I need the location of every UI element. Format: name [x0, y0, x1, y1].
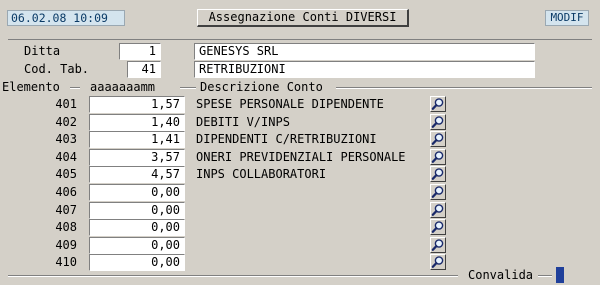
row-description: DEBITI V/INPS: [196, 115, 290, 129]
row-value-field[interactable]: 0,00: [89, 184, 185, 201]
magnifier-icon: [431, 203, 445, 217]
codtab-label: Cod. Tab.: [24, 62, 90, 76]
col-value-header: aaaaaaamm: [90, 80, 156, 94]
row-number: 402: [55, 115, 77, 129]
lookup-button[interactable]: [430, 202, 446, 218]
row-value-field[interactable]: 0,00: [89, 219, 185, 236]
magnifier-icon: [431, 150, 445, 164]
row-number: 403: [55, 132, 77, 146]
lookup-button[interactable]: [430, 184, 446, 200]
row-number: 410: [55, 255, 77, 269]
lookup-button[interactable]: [430, 114, 446, 130]
mode-indicator: MODIF: [545, 10, 589, 26]
row-number: 404: [55, 150, 77, 164]
magnifier-icon: [431, 115, 445, 129]
codtab-code-field[interactable]: 41: [127, 61, 161, 78]
header-rule: [336, 87, 592, 89]
row-number: 401: [55, 97, 77, 111]
datetime-display: 06.02.08 10:09: [7, 10, 125, 26]
row-value-field[interactable]: 0,00: [89, 237, 185, 254]
row-value-field[interactable]: 1,41: [89, 131, 185, 148]
header-rule: [70, 87, 80, 89]
row-value-field[interactable]: 0,00: [89, 202, 185, 219]
row-number: 405: [55, 167, 77, 181]
title-button[interactable]: Assegnazione Conti DIVERSI: [197, 9, 409, 27]
lookup-button[interactable]: [430, 131, 446, 147]
col-elemento-header: Elemento: [2, 80, 60, 94]
lookup-button[interactable]: [430, 166, 446, 182]
row-description: DIPENDENTI C/RETRIBUZIONI: [196, 132, 377, 146]
magnifier-icon: [431, 167, 445, 181]
lookup-button[interactable]: [430, 96, 446, 112]
ditta-label: Ditta: [24, 44, 61, 58]
footer-rule: [538, 275, 552, 277]
lookup-button[interactable]: [430, 254, 446, 270]
row-value-field[interactable]: 4,57: [89, 166, 185, 183]
convalida-button[interactable]: [556, 267, 564, 283]
codtab-name-field[interactable]: RETRIBUZIONI: [194, 61, 535, 78]
lookup-button[interactable]: [430, 237, 446, 253]
magnifier-icon: [431, 132, 445, 146]
col-desc-header: Descrizione Conto: [200, 80, 323, 94]
row-description: ONERI PREVIDENZIALI PERSONALE: [196, 150, 406, 164]
magnifier-icon: [431, 185, 445, 199]
row-number: 407: [55, 203, 77, 217]
convalida-label: Convalida: [468, 268, 534, 282]
row-value-field[interactable]: 0,00: [89, 254, 185, 271]
row-number: 409: [55, 238, 77, 252]
form-frame-top: [8, 39, 592, 40]
row-description: INPS COLLABORATORI: [196, 167, 327, 181]
lookup-button[interactable]: [430, 219, 446, 235]
row-value-field[interactable]: 1,40: [89, 114, 185, 131]
ditta-code-field[interactable]: 1: [119, 43, 161, 60]
magnifier-icon: [431, 238, 445, 252]
lookup-button[interactable]: [430, 149, 446, 165]
row-description: SPESE PERSONALE DIPENDENTE: [196, 97, 384, 111]
header-rule: [180, 87, 196, 89]
ditta-name-field[interactable]: GENESYS SRL: [194, 43, 535, 60]
footer-rule: [8, 275, 458, 277]
row-value-field[interactable]: 1,57: [89, 96, 185, 113]
row-value-field[interactable]: 3,57: [89, 149, 185, 166]
magnifier-icon: [431, 255, 445, 269]
magnifier-icon: [431, 220, 445, 234]
row-number: 408: [55, 220, 77, 234]
magnifier-icon: [431, 97, 445, 111]
row-number: 406: [55, 185, 77, 199]
